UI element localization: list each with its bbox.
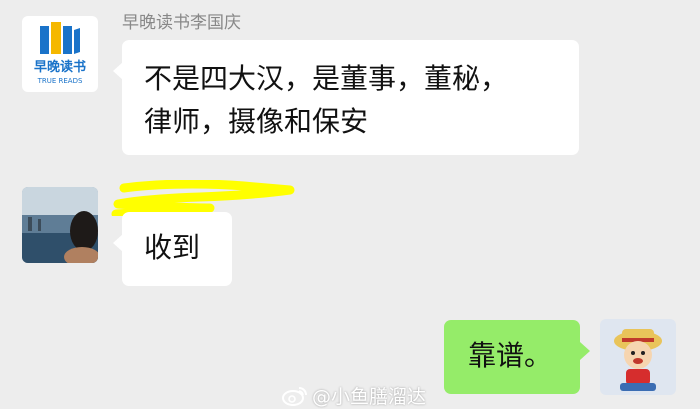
message-text: 收到 <box>144 231 201 264</box>
message-text: 靠谱。 <box>468 339 553 372</box>
watermark-text: @小鱼膳溜达 <box>312 386 427 408</box>
logo-brand-subtext: TRUE READS <box>37 77 83 85</box>
bubble-tail <box>580 342 590 360</box>
message-bubble-incoming[interactable]: 收到 <box>113 212 232 286</box>
sender-avatar-brand[interactable]: 早晚读书 TRUE READS <box>22 16 98 92</box>
message-text-line-1: 不是四大汉，是董事，董秘， <box>144 62 509 95</box>
message-bubble-incoming[interactable]: 不是四大汉，是董事，董秘， 律师，摄像和保安 <box>113 40 579 155</box>
sender-name: 早晚读书李国庆 <box>122 13 241 33</box>
watermark: @小鱼膳溜达 <box>282 382 426 409</box>
message-text-line-2: 律师，摄像和保安 <box>144 105 369 138</box>
message-bubble-outgoing[interactable]: 靠谱。 <box>444 320 590 394</box>
bubble-tail <box>113 62 123 80</box>
brand-logo-icon: 早晚读书 TRUE READS <box>34 22 86 85</box>
photo-avatar-image <box>22 187 98 263</box>
cartoon-avatar-image <box>614 329 662 391</box>
redaction-highlight <box>111 180 295 216</box>
self-avatar[interactable] <box>600 319 676 395</box>
sender-avatar-photo[interactable] <box>22 187 98 263</box>
weibo-icon <box>282 386 307 406</box>
bubble-tail <box>113 234 123 252</box>
logo-brand-text: 早晚读书 <box>34 59 86 75</box>
